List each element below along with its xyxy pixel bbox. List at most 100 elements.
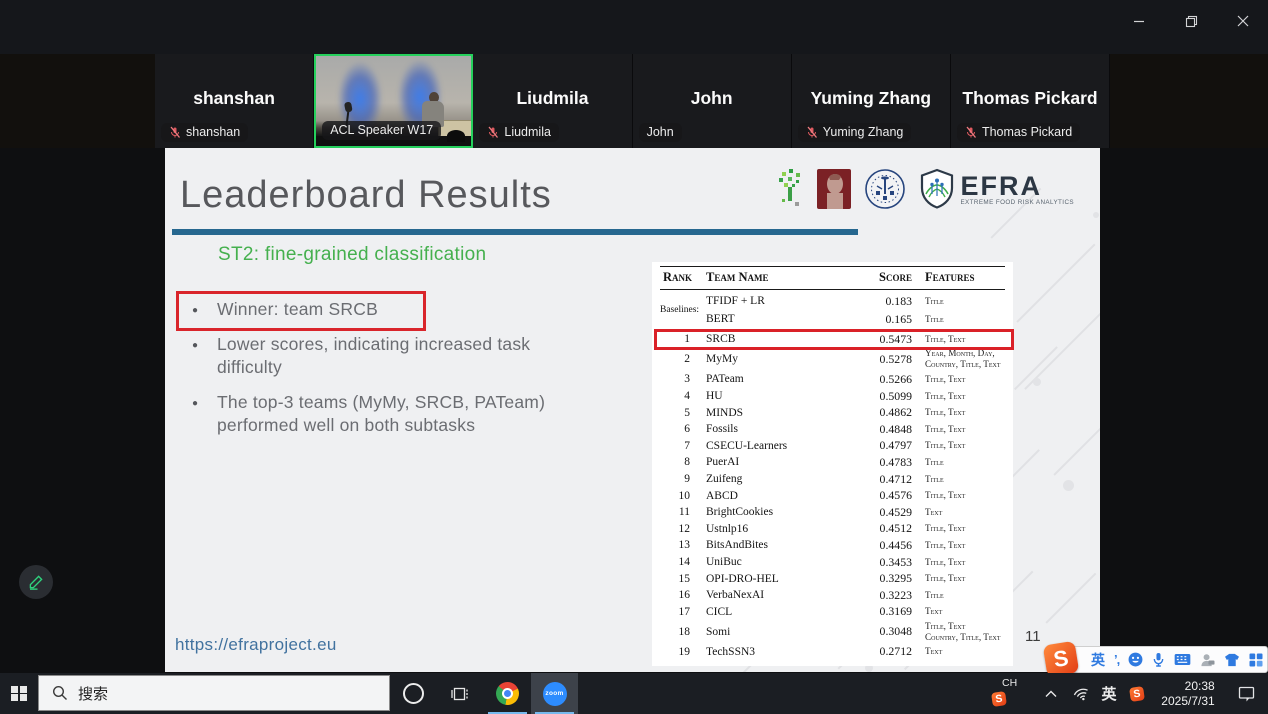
start-button[interactable] bbox=[0, 673, 38, 714]
desktop: shanshanshanshanACL Speaker W17LiudmilaL… bbox=[0, 0, 1268, 714]
efra-tagline: EXTREME FOOD RISK ANALYTICS bbox=[960, 199, 1074, 206]
tray-expand-chevron[interactable] bbox=[1036, 673, 1066, 714]
participant-label-chip: shanshan bbox=[161, 123, 248, 142]
table-row: 19TechSSN30.2712Text bbox=[660, 644, 1005, 661]
chrome-taskbar-icon[interactable] bbox=[484, 673, 531, 714]
table-row: 16VerbaNexAI0.3223Title bbox=[660, 587, 1005, 604]
taskbar: 搜索 zoom CH S bbox=[0, 673, 1268, 714]
table-row: 5MINDS0.4862Title, Text bbox=[660, 404, 1005, 421]
participant-tile[interactable]: Liudmila Liudmila bbox=[473, 54, 632, 148]
participant-name: Yuming Zhang bbox=[792, 88, 950, 109]
slide-url: https://efraproject.eu bbox=[175, 635, 337, 655]
notification-center-button[interactable] bbox=[1228, 673, 1264, 714]
efra-wordmark: EFRA bbox=[960, 173, 1074, 199]
table-row: 10ABCD0.4576Title, Text bbox=[660, 487, 1005, 504]
restore-button[interactable] bbox=[1176, 8, 1206, 34]
taskbar-search[interactable]: 搜索 bbox=[38, 675, 390, 711]
table-row: 12Ustnlp160.4512Title, Text bbox=[660, 521, 1005, 538]
window-titlebar bbox=[0, 0, 1268, 54]
sogou-tray-icon: S bbox=[991, 691, 1007, 707]
ime-mode-indicator[interactable]: CH S bbox=[984, 673, 1036, 714]
participant-label-chip: Yuming Zhang bbox=[798, 123, 912, 142]
table-header-row: RankTeam NameScoreFeatures bbox=[660, 267, 1005, 289]
stockholm-university-seal bbox=[864, 168, 906, 210]
sogou-tray-button[interactable]: S bbox=[1122, 673, 1152, 714]
participant-name: Liudmila bbox=[473, 88, 631, 109]
participant-name: John bbox=[633, 88, 791, 109]
table-row: 9Zuifeng0.4712Title bbox=[660, 471, 1005, 488]
restore-icon bbox=[1185, 15, 1198, 28]
logo-row: EFRA EXTREME FOOD RISK ANALYTICS bbox=[778, 168, 1074, 210]
leaderboard-table: RankTeam NameScoreFeaturesBaselines:TFID… bbox=[652, 262, 1013, 666]
participant-name: shanshan bbox=[155, 88, 313, 109]
university-bust-logo bbox=[817, 169, 851, 209]
table-row: 3PATeam0.5266Title, Text bbox=[660, 371, 1005, 388]
participant-tile[interactable]: John John bbox=[633, 54, 792, 148]
chrome-icon bbox=[496, 682, 519, 705]
table-row: 7CSECU-Learners0.4797Title, Text bbox=[660, 438, 1005, 455]
ime-punctuation-toggle[interactable]: ’, bbox=[1114, 652, 1119, 667]
ime-account-icon[interactable] bbox=[1200, 653, 1215, 667]
participant-tile[interactable]: Yuming Zhang Yuming Zhang bbox=[792, 54, 951, 148]
bullet-item-highlighted: Winner: team SRCB bbox=[190, 298, 568, 322]
bullet-item: Lower scores, indicating increased task … bbox=[190, 333, 568, 380]
table-row: 11BrightCookies0.4529Text bbox=[660, 504, 1005, 521]
page-number: 11 bbox=[1025, 628, 1041, 645]
taskbar-apps: zoom bbox=[390, 673, 578, 714]
baseline-rows: Baselines:TFIDF + LR0.183TitleBERT0.165T… bbox=[660, 290, 1005, 330]
active-speaker-video-tile[interactable]: ACL Speaker W17 bbox=[314, 54, 473, 148]
baseline-label: Baselines: bbox=[660, 305, 706, 315]
table-row: 15OPI-DRO-HEL0.3295Title, Text bbox=[660, 570, 1005, 587]
ime-keyboard-button[interactable] bbox=[1174, 653, 1191, 666]
table-row: 17CICL0.3169Text bbox=[660, 604, 1005, 621]
ime-skin-button[interactable] bbox=[1224, 653, 1240, 667]
wifi-icon bbox=[1071, 684, 1092, 703]
table-row: 2MyMy0.5278Year, Month, Day, Country, Ti… bbox=[660, 348, 1005, 372]
cortana-button[interactable] bbox=[390, 673, 437, 714]
pencil-icon bbox=[27, 573, 45, 591]
baseline-row: TFIDF + LR0.183Title bbox=[706, 292, 1005, 310]
tray-lang-indicator[interactable]: 英 bbox=[1096, 673, 1122, 714]
participant-tile[interactable]: shanshan shanshan bbox=[155, 54, 314, 148]
close-button[interactable] bbox=[1228, 8, 1258, 34]
ime-emoji-button[interactable] bbox=[1128, 652, 1143, 667]
task-view-icon bbox=[451, 685, 471, 703]
participant-label-chip: Liudmila bbox=[479, 123, 559, 142]
table-row: 4HU0.5099Title, Text bbox=[660, 388, 1005, 405]
tray-date: 2025/7/31 bbox=[1161, 694, 1214, 709]
table-row: 8PuerAI0.4783Title bbox=[660, 454, 1005, 471]
task-view-button[interactable] bbox=[437, 673, 484, 714]
bullet-list: Winner: team SRCB Lower scores, indicatin… bbox=[190, 298, 568, 449]
system-tray: CH S 英 S 20:382025/7/31 bbox=[984, 673, 1264, 714]
annotate-pencil-button[interactable] bbox=[19, 565, 53, 599]
participant-label-chip: John bbox=[639, 123, 682, 142]
ime-voice-button[interactable] bbox=[1152, 652, 1165, 667]
cortana-icon bbox=[403, 683, 424, 704]
presentation-slide: Leaderboard Results bbox=[165, 148, 1100, 672]
minimize-icon bbox=[1133, 15, 1145, 27]
table-row: 14UniBuc0.3453Title, Text bbox=[660, 554, 1005, 571]
mic-muted-icon bbox=[487, 126, 499, 139]
close-icon bbox=[1237, 15, 1249, 27]
sogou-logo-icon[interactable]: S bbox=[1043, 641, 1080, 678]
participant-tile[interactable]: Thomas PickardThomas Pickard bbox=[951, 54, 1110, 148]
sogou-ime-toolbar: S 英 ’, bbox=[1056, 646, 1268, 673]
tray-time: 20:38 bbox=[1161, 679, 1214, 694]
notification-icon bbox=[1238, 686, 1255, 702]
ime-toolbox-button[interactable] bbox=[1249, 653, 1263, 667]
slide-subtitle: ST2: fine-grained classification bbox=[218, 244, 486, 266]
taskbar-clock[interactable]: 20:382025/7/31 bbox=[1152, 673, 1228, 714]
filmstrip: shanshanshanshanACL Speaker W17LiudmilaL… bbox=[155, 54, 1110, 148]
efra-logo: EFRA EXTREME FOOD RISK ANALYTICS bbox=[919, 168, 1074, 210]
zoom-taskbar-icon[interactable]: zoom bbox=[531, 673, 578, 714]
slide-title: Leaderboard Results bbox=[180, 174, 552, 217]
participant-label-chip: ACL Speaker W17 bbox=[322, 121, 441, 140]
baseline-row: BERT0.165Title bbox=[706, 310, 1005, 328]
table-row: 1SRCB0.5473Title, Text bbox=[660, 331, 1005, 348]
mic-muted-icon bbox=[169, 126, 181, 139]
title-underline bbox=[172, 229, 858, 235]
ime-lang-toggle[interactable]: 英 bbox=[1091, 650, 1105, 670]
mic-muted-icon bbox=[806, 126, 818, 139]
wifi-indicator[interactable] bbox=[1066, 673, 1096, 714]
minimize-button[interactable] bbox=[1124, 8, 1154, 34]
